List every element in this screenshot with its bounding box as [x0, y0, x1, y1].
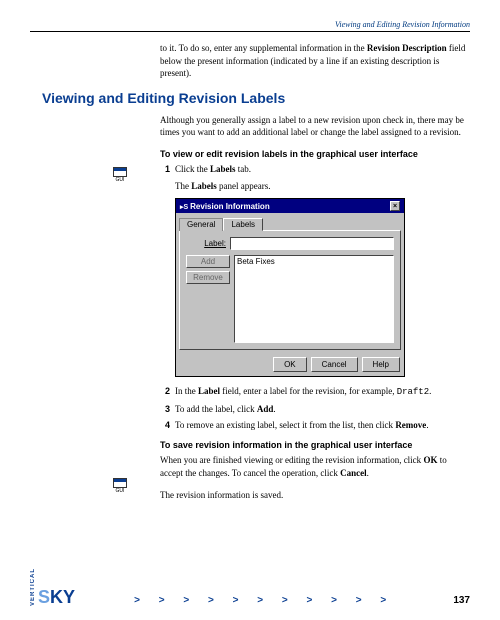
step-3: 3 To add the label, click Add.: [160, 403, 470, 416]
step-1-result: The Labels panel appears.: [175, 180, 470, 193]
help-button[interactable]: Help: [362, 357, 400, 372]
labels-listbox[interactable]: Beta Fixes: [234, 255, 394, 343]
tab-strip: General Labels: [176, 213, 404, 230]
logo-vertical-text: VERTICAL: [30, 568, 36, 606]
logo: VERTICAL SKY: [30, 568, 75, 606]
label-field-label: Label:: [186, 239, 226, 248]
remove-button[interactable]: Remove: [186, 271, 230, 284]
task2-para: When you are finished viewing or editing…: [160, 454, 470, 479]
revision-info-dialog: ▸S Revision Information × General Labels…: [175, 198, 405, 377]
header-rule: [30, 31, 470, 32]
intro-paragraph: to it. To do so, enter any supplemental …: [160, 42, 470, 80]
step-2: 2 In the Label field, enter a label for …: [160, 385, 470, 399]
task2-result: The revision information is saved.: [160, 489, 470, 502]
page-number: 137: [453, 595, 470, 606]
list-item[interactable]: Beta Fixes: [237, 257, 391, 266]
label-input[interactable]: [230, 237, 394, 250]
cancel-button[interactable]: Cancel: [311, 357, 358, 372]
footer-chevrons: > > > > > > > > > > >: [134, 595, 394, 606]
logo-sky: SKY: [38, 588, 75, 606]
task1-title: To view or edit revision labels in the g…: [160, 149, 470, 159]
page-footer: VERTICAL SKY > > > > > > > > > > > 137: [30, 568, 470, 606]
tab-labels[interactable]: Labels: [223, 218, 263, 231]
gui-icon: GUI: [112, 478, 128, 494]
gui-icon: GUI: [112, 167, 128, 183]
task2-title: To save revision information in the grap…: [160, 440, 470, 450]
dialog-title: ▸S Revision Information: [180, 202, 270, 211]
add-button[interactable]: Add: [186, 255, 230, 268]
close-icon[interactable]: ×: [390, 201, 400, 211]
section-intro: Although you generally assign a label to…: [160, 114, 470, 139]
running-header: Viewing and Editing Revision Information: [30, 20, 470, 29]
step-1: 1 Click the Labels tab.: [160, 163, 470, 176]
tab-general[interactable]: General: [179, 218, 223, 231]
labels-panel: Label: Add Remove Beta Fixes: [179, 230, 401, 350]
dialog-titlebar: ▸S Revision Information ×: [176, 199, 404, 213]
section-heading: Viewing and Editing Revision Labels: [42, 90, 470, 106]
step-4: 4 To remove an existing label, select it…: [160, 419, 470, 432]
ok-button[interactable]: OK: [273, 357, 307, 372]
